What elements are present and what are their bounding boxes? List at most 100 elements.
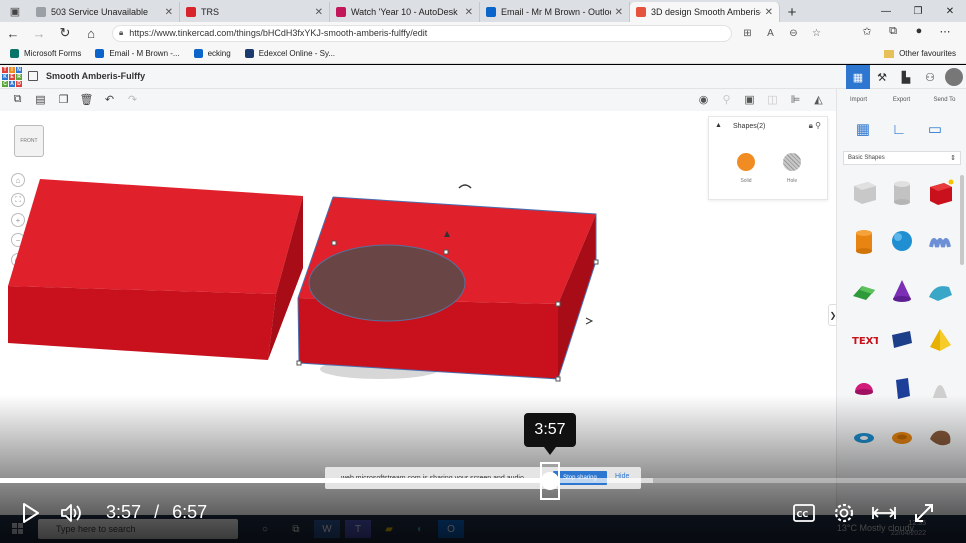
tinkercad-logo[interactable]: T I N K E R C A D [2, 67, 22, 87]
lock-icon: 🔒︎ [119, 28, 124, 37]
avatar[interactable] [942, 65, 966, 89]
move-arrow-icon[interactable] [585, 317, 594, 325]
forward-icon[interactable]: → [26, 22, 52, 44]
mirror-icon[interactable]: ◭ [807, 93, 830, 106]
export-button[interactable]: Export [880, 89, 923, 111]
theater-mode-icon[interactable] [864, 500, 904, 526]
undo-icon[interactable]: ↶ [98, 93, 121, 106]
build-tools-icon[interactable]: ⚒ [870, 65, 894, 89]
workplane-canvas[interactable]: FRONT ⌂ ⛶ + − ◎ ▲ Shapes(2) 🔒︎ ⚲ [0, 111, 836, 515]
browser-tab[interactable]: Email - Mr M Brown - Outlook ✕ [480, 2, 630, 22]
hole-cylinder-top[interactable] [308, 244, 466, 322]
favourite-star-icon[interactable]: ☆ [805, 28, 828, 39]
tab-actions-menu-icon[interactable]: ▣ [0, 0, 30, 22]
favourite-link[interactable]: Microsoft Forms [10, 49, 81, 58]
favourite-link[interactable]: Edexcel Online - Sy... [244, 49, 335, 58]
paste-icon[interactable]: ▤ [29, 93, 52, 106]
favourite-link[interactable]: Email - M Brown -... [95, 49, 180, 58]
close-tab-icon[interactable]: ✕ [465, 7, 473, 18]
play-icon[interactable] [22, 502, 40, 524]
scribble-shape[interactable] [921, 224, 959, 258]
collections-icon[interactable]: ⧉ [880, 25, 906, 38]
polygon-shape[interactable] [883, 371, 921, 405]
read-aloud-icon[interactable]: A [759, 28, 782, 39]
solid-swatch[interactable] [737, 153, 755, 171]
tube-shape[interactable] [883, 420, 921, 454]
close-tab-icon[interactable]: ✕ [765, 7, 773, 18]
refresh-icon[interactable]: ↻ [52, 22, 78, 44]
home-icon[interactable]: ⌂ [78, 22, 104, 44]
hole-swatch[interactable] [783, 153, 801, 171]
wedge-shape[interactable] [883, 322, 921, 356]
shape-category-select[interactable]: Basic Shapes ⇕ [843, 151, 961, 165]
seek-thumb[interactable] [541, 472, 559, 490]
copy-icon[interactable]: ⧉ [6, 93, 29, 106]
box-shape[interactable] [921, 175, 959, 209]
design-list-icon[interactable] [28, 71, 38, 81]
project-name[interactable]: Smooth Amberis-Fulffy [46, 71, 145, 81]
close-tab-icon[interactable]: ✕ [315, 7, 323, 18]
sphere-shape[interactable] [883, 224, 921, 258]
restore-icon[interactable]: ❐ [902, 0, 934, 22]
profile-icon[interactable]: ● [906, 25, 932, 38]
duplicate-icon[interactable]: ❐ [52, 93, 75, 106]
left-red-box-front[interactable] [8, 286, 276, 360]
torus-shape[interactable] [845, 420, 883, 454]
svg-text:TEXT: TEXT [852, 336, 878, 347]
new-tab-button[interactable]: + [780, 2, 804, 22]
close-tab-icon[interactable]: ✕ [615, 7, 623, 18]
notes-panel-icon[interactable]: ▭ [917, 117, 953, 141]
group-icon[interactable]: ▣ [738, 93, 761, 106]
add-user-icon[interactable]: ⚇ [918, 65, 942, 89]
bricks-icon[interactable]: ▙ [894, 65, 918, 89]
favourites-icon[interactable]: ✩ [854, 25, 880, 38]
send-to-button[interactable]: Send To [923, 89, 966, 111]
apps-icon[interactable]: ⊞ [736, 28, 759, 39]
left-red-box-top[interactable] [8, 179, 303, 294]
browser-tab[interactable]: 503 Service Unavailable ✕ [30, 2, 180, 22]
browser-tab[interactable]: TRS ✕ [180, 2, 330, 22]
favourite-favicon-icon [193, 49, 203, 58]
box-hole-shape[interactable] [845, 175, 883, 209]
text-shape[interactable]: TEXT [845, 322, 883, 356]
collapse-caret-icon[interactable]: ▲ [715, 122, 722, 129]
pyramid-shape[interactable] [921, 322, 959, 356]
zoom-icon[interactable]: ⊖ [782, 28, 805, 39]
rotate-handle-icon[interactable] [458, 184, 472, 189]
settings-gear-icon[interactable] [824, 500, 864, 526]
close-tab-icon[interactable]: ✕ [165, 7, 173, 18]
grid-view-icon[interactable]: ▦ [846, 65, 870, 89]
back-icon[interactable]: ← [0, 22, 26, 44]
fullscreen-icon[interactable] [904, 500, 944, 526]
more-menu-icon[interactable]: ⋯ [932, 25, 958, 38]
favourite-link[interactable]: ecking [193, 49, 231, 58]
redo-icon[interactable]: ↷ [121, 93, 144, 106]
video-progress-bar[interactable] [0, 478, 966, 483]
other-favourites[interactable]: Other favourites [884, 49, 956, 58]
url-field[interactable]: 🔒︎ https://www.tinkercad.com/things/bHCd… [112, 24, 732, 42]
workplane-icon[interactable]: ▦ [845, 117, 881, 141]
tinkercad-header: T I N K E R C A D Smooth Amberis-Fulffy … [0, 65, 966, 89]
roof-shape[interactable] [845, 273, 883, 307]
round-roof-shape[interactable] [921, 273, 959, 307]
notes-icon[interactable]: ⚲ [715, 93, 738, 106]
cylinder-hole-shape[interactable] [883, 175, 921, 209]
import-button[interactable]: Import [837, 89, 880, 111]
shape-generator-shape[interactable] [921, 420, 959, 454]
delete-icon[interactable]: 🗑︎ [75, 93, 98, 106]
lock-light-icons[interactable]: 🔒︎ ⚲ [809, 121, 821, 131]
view-camera-icon[interactable]: ◉ [692, 93, 715, 106]
browser-tab[interactable]: Watch 'Year 10 - AutoDesk ✕ [330, 2, 480, 22]
ruler-icon[interactable]: ∟ [881, 117, 917, 141]
cone-shape[interactable] [883, 273, 921, 307]
paraboloid-shape[interactable] [921, 371, 959, 405]
half-sphere-shape[interactable] [845, 371, 883, 405]
volume-icon[interactable] [60, 502, 84, 524]
ungroup-icon[interactable]: ◫ [761, 93, 784, 106]
cylinder-shape[interactable] [845, 224, 883, 258]
captions-icon[interactable]: CC [784, 500, 824, 526]
close-window-icon[interactable]: ✕ [934, 0, 966, 22]
align-icon[interactable]: ⊫ [784, 93, 807, 106]
minimize-icon[interactable]: — [870, 0, 902, 22]
browser-tab-active[interactable]: 3D design Smooth Amberis-Fulffy ✕ [630, 2, 780, 22]
